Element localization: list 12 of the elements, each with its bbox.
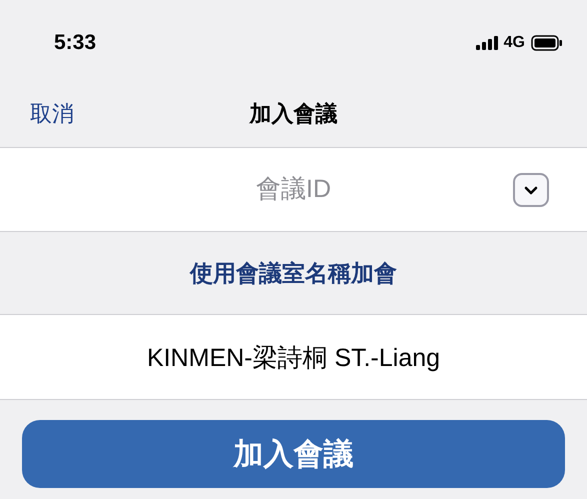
dropdown-button[interactable] — [513, 173, 549, 207]
screen-title: 加入會議 — [250, 100, 338, 128]
signal-icon — [476, 36, 498, 50]
meeting-id-field[interactable]: 會議ID — [0, 148, 587, 232]
status-time: 5:33 — [54, 30, 96, 56]
display-name-field[interactable]: KINMEN-梁詩桐 ST.-Liang — [0, 315, 587, 400]
battery-icon — [531, 35, 563, 51]
network-label: 4G — [504, 33, 525, 53]
join-by-room-name-link[interactable]: 使用會議室名稱加會 — [190, 256, 397, 290]
chevron-down-icon — [524, 186, 538, 194]
join-meeting-button[interactable]: 加入會議 — [22, 420, 565, 488]
cancel-button[interactable]: 取消 — [30, 97, 74, 130]
